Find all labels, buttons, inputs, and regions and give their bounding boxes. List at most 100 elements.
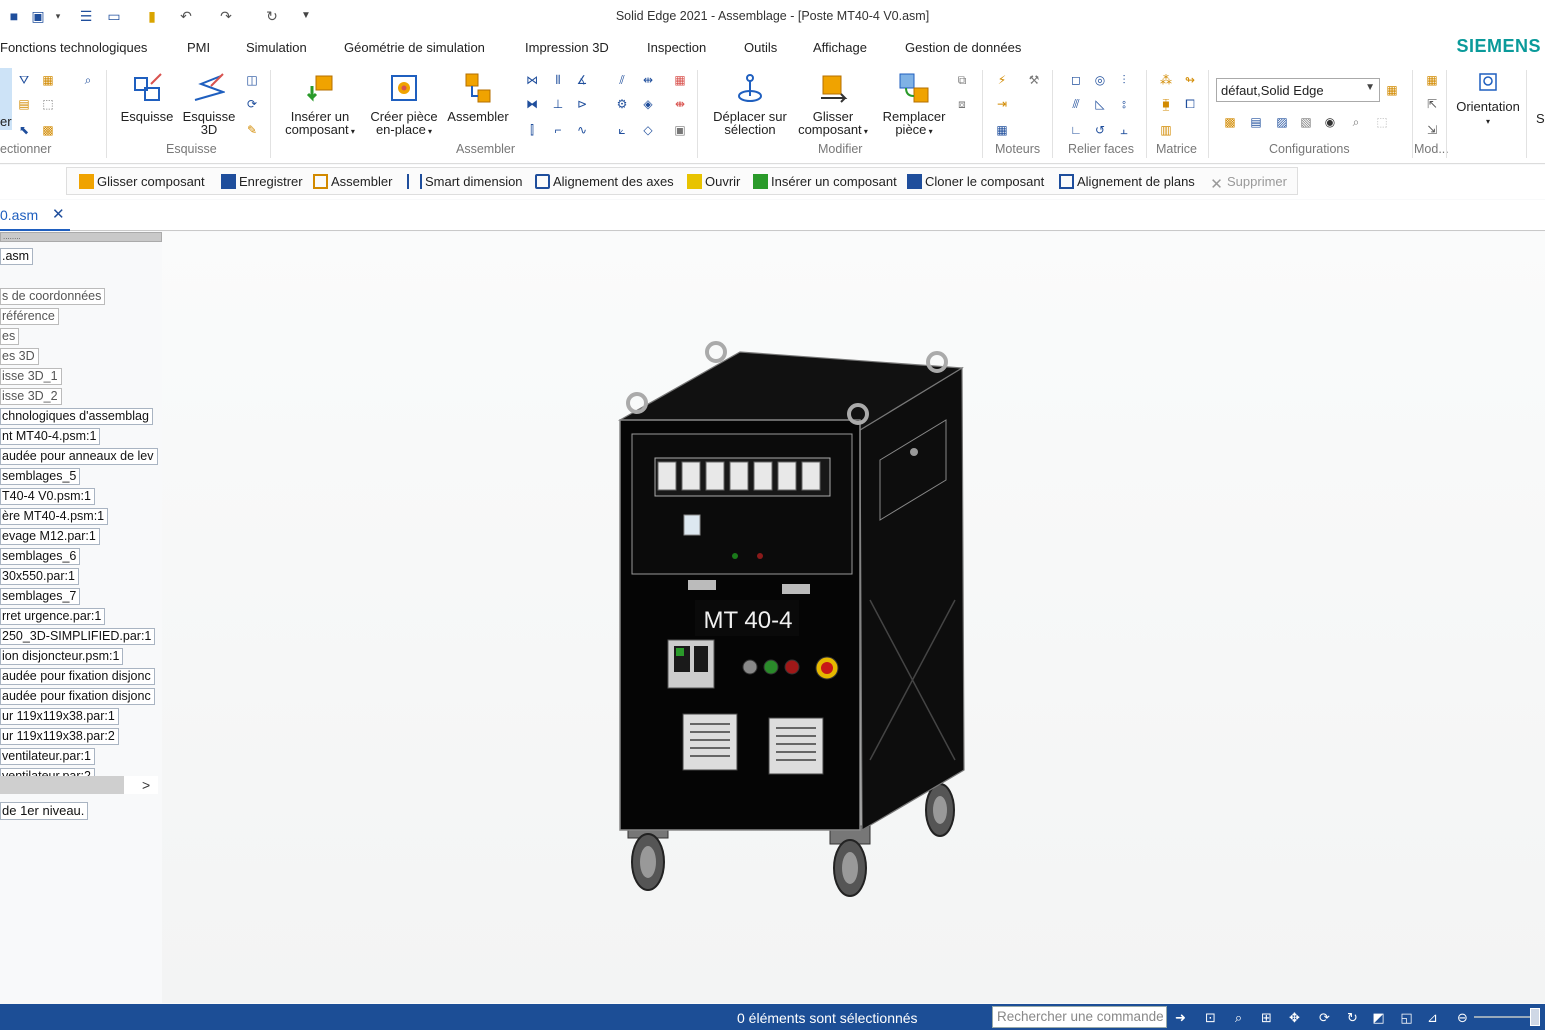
- cmd-assembler[interactable]: Assembler: [313, 174, 392, 189]
- view-style-icon[interactable]: ◩: [1370, 1009, 1387, 1026]
- menu-geometrie-simulation[interactable]: Géométrie de simulation: [344, 40, 485, 55]
- config-select[interactable]: défaut,Solid Edge ▼: [1216, 78, 1380, 102]
- rigid-set-icon[interactable]: ⟀: [614, 122, 630, 138]
- menu-gestion-donnees[interactable]: Gestion de données: [905, 40, 1021, 55]
- angle-icon[interactable]: ∡: [574, 72, 590, 88]
- path-icon[interactable]: ∿: [574, 122, 590, 138]
- zoom-slider-track[interactable]: [1474, 1016, 1530, 1018]
- transfer-icon[interactable]: ⧉: [954, 72, 970, 88]
- menu-inspection[interactable]: Inspection: [647, 40, 706, 55]
- tree-item[interactable]: s de coordonnées: [0, 288, 106, 305]
- tree-footer-option[interactable]: de 1er niveau.: [0, 802, 89, 820]
- tree-item[interactable]: audée pour anneaux de lev: [0, 448, 158, 465]
- tree-hscroll[interactable]: >: [0, 776, 158, 794]
- motor-icon[interactable]: ⚡: [994, 72, 1010, 88]
- 3d-viewport[interactable]: MT 40-4: [162, 232, 1545, 1003]
- tree-item[interactable]: ur 119x119x38.par:2: [0, 728, 119, 745]
- tree-item[interactable]: ur 119x119x38.par:1: [0, 708, 119, 725]
- cmd-alignement-axes[interactable]: Alignement des axes: [535, 174, 674, 189]
- next-button-partial[interactable]: S: [1536, 111, 1545, 126]
- menu-pmi[interactable]: PMI: [187, 40, 210, 55]
- excel-icon[interactable]: ▦: [994, 122, 1010, 138]
- tree-item[interactable]: 30x550.par:1: [0, 568, 79, 585]
- concentric-icon[interactable]: ◎: [1092, 72, 1108, 88]
- spin-icon[interactable]: ↻: [1344, 1009, 1361, 1026]
- window-select-icon[interactable]: ⬚: [40, 96, 56, 112]
- remplacer-piece-button[interactable]: Remplacer pièce ▾: [876, 72, 952, 138]
- inserer-composant-button[interactable]: Insérer un composant ▾: [280, 72, 360, 138]
- grid-icon[interactable]: ▦: [672, 72, 688, 88]
- tree-item[interactable]: référence: [0, 308, 59, 325]
- pencil-icon[interactable]: ✎: [244, 122, 260, 138]
- pan-icon[interactable]: ✥: [1286, 1009, 1303, 1026]
- tree-item[interactable]: evage M12.par:1: [0, 528, 100, 545]
- tree-item[interactable]: ion disjoncteur.psm:1: [0, 648, 124, 665]
- capture-fit-icon[interactable]: ▣: [672, 122, 688, 138]
- align-axes-icon[interactable]: ⦀: [550, 72, 566, 88]
- glisser-composant-button[interactable]: Glisser composant ▾: [792, 72, 874, 138]
- mate-icon[interactable]: ⋈: [524, 72, 540, 88]
- pattern-curve-icon[interactable]: ↬: [1182, 72, 1198, 88]
- gear-icon[interactable]: ⚙: [614, 96, 630, 112]
- fit-icon[interactable]: ⊞: [1258, 1009, 1275, 1026]
- tree-root[interactable]: .asm: [0, 248, 34, 265]
- zoom-icon[interactable]: ⌕: [1230, 1009, 1247, 1026]
- view-orient-icon[interactable]: ◱: [1398, 1009, 1415, 1026]
- orientation-button[interactable]: Orientation ▾: [1452, 72, 1524, 128]
- tree-item[interactable]: ère MT40-4.psm:1: [0, 508, 109, 525]
- mod-1-icon[interactable]: ▦: [1424, 72, 1440, 88]
- command-search-input[interactable]: Rechercher une commande: [992, 1006, 1167, 1028]
- cmd-enregistrer[interactable]: Enregistrer: [221, 174, 303, 189]
- simulate-motor-icon[interactable]: ⚒: [1026, 72, 1042, 88]
- cam-icon[interactable]: ⌐: [550, 122, 566, 138]
- disperse-icon[interactable]: ⧈: [954, 96, 970, 112]
- tree-item[interactable]: audée pour fixation disjonc: [0, 668, 155, 685]
- tree-item[interactable]: es: [0, 328, 20, 345]
- plane-icon[interactable]: ◫: [244, 72, 260, 88]
- mod-3-icon[interactable]: ⇲: [1424, 122, 1440, 138]
- document-tab[interactable]: 0.asm ✕: [0, 203, 70, 231]
- config-3-icon[interactable]: ▨: [1274, 114, 1290, 130]
- lock-face-icon[interactable]: ⫠: [1116, 122, 1132, 138]
- tree-item[interactable]: rret urgence.par:1: [0, 608, 106, 625]
- creer-piece-button[interactable]: Créer pièce en-place ▾: [366, 72, 442, 138]
- axial-icon[interactable]: ⊥: [550, 96, 566, 112]
- mirror-icon[interactable]: ⧯: [1158, 96, 1174, 112]
- symmetric-icon[interactable]: ⫶: [1116, 72, 1132, 88]
- deplacer-selection-button[interactable]: Déplacer sur sélection: [706, 72, 794, 136]
- assembler-button[interactable]: Assembler: [444, 72, 512, 123]
- component-select-icon[interactable]: ▩: [40, 122, 56, 138]
- offset-face-icon[interactable]: ⦂: [1116, 96, 1132, 112]
- tree-item[interactable]: ventilateur.par:1: [0, 748, 95, 765]
- duplicate-icon[interactable]: ⧠: [1182, 96, 1198, 112]
- cmd-cloner-composant[interactable]: Cloner le composant: [907, 174, 1044, 189]
- zoom-config-icon[interactable]: ⌕: [1348, 114, 1364, 130]
- zoom-out-icon[interactable]: ⊖: [1454, 1009, 1471, 1026]
- tree-item[interactable]: chnologiques d'assemblag: [0, 408, 153, 425]
- match-coord-icon[interactable]: ◇: [640, 122, 656, 138]
- config-1-icon[interactable]: ▩: [1222, 114, 1238, 130]
- rotate-face-icon[interactable]: ↺: [1092, 122, 1108, 138]
- cmd-ouvrir[interactable]: Ouvrir: [687, 174, 740, 189]
- camera-icon[interactable]: ◉: [1322, 114, 1338, 130]
- perpendicular-icon[interactable]: ∟: [1068, 122, 1084, 138]
- tree-item[interactable]: T40-4 V0.psm:1: [0, 488, 95, 505]
- array-icon[interactable]: ▥: [1158, 122, 1174, 138]
- center-plane-icon[interactable]: ◈: [640, 96, 656, 112]
- parallel-icon[interactable]: ⫽: [614, 72, 630, 88]
- mod-2-icon[interactable]: ⇱: [1424, 96, 1440, 112]
- connect-icon[interactable]: ⫿: [524, 122, 540, 138]
- distance-icon[interactable]: ⇹: [640, 72, 656, 88]
- filter-icon[interactable]: ⛛: [16, 72, 32, 88]
- parallel-face-icon[interactable]: ⫻: [1068, 96, 1084, 112]
- look-at-icon[interactable]: ⊿: [1424, 1009, 1441, 1026]
- esquisse-button[interactable]: Esquisse: [117, 72, 177, 123]
- rotate-icon[interactable]: ⟳: [1316, 1009, 1333, 1026]
- welding-station-model[interactable]: MT 40-4: [162, 232, 1545, 1003]
- part-icon[interactable]: ▦: [40, 72, 56, 88]
- close-icon[interactable]: ✕: [52, 205, 65, 223]
- tree-item[interactable]: isse 3D_1: [0, 368, 62, 385]
- config-2-icon[interactable]: ▤: [1248, 114, 1264, 130]
- esquisse-3d-button[interactable]: Esquisse 3D: [179, 72, 239, 136]
- tangent-face-icon[interactable]: ◺: [1092, 96, 1108, 112]
